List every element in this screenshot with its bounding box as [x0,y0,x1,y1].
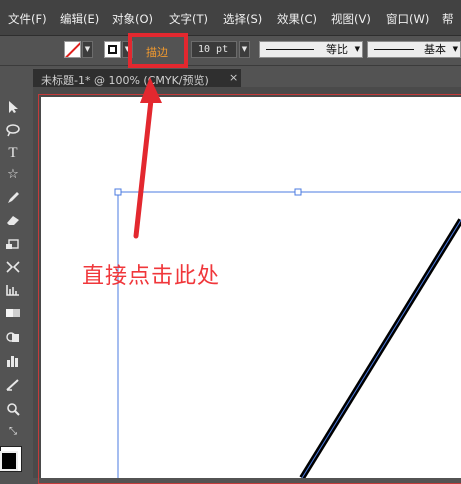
selection-handle-top-left[interactable] [114,188,122,196]
canvas-artwork [114,77,461,478]
annotation-arrow [133,77,162,239]
selection-handle-top-middle[interactable] [294,188,302,196]
annotation-text: 直接点击此处 [82,264,221,289]
selected-stroke-path[interactable] [299,218,461,478]
selection-bounding-box[interactable] [114,188,461,478]
